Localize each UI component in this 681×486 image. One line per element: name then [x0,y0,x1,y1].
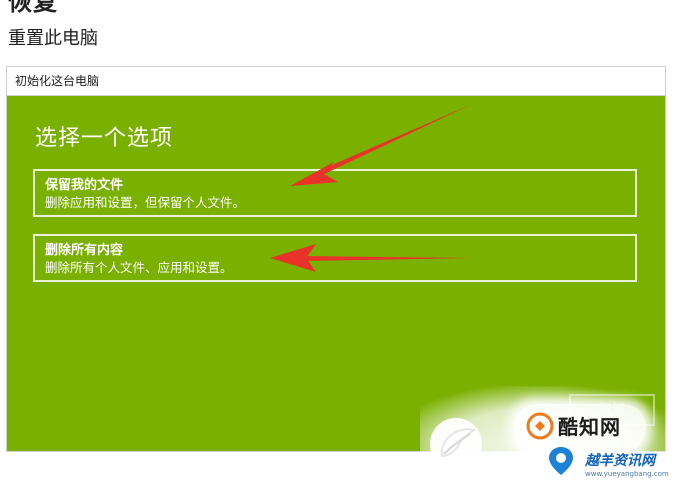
dialog-body: 选择一个选项 保留我的文件 删除应用和设置，但保留个人文件。 删除所有内容 删除… [7,96,665,451]
kuzhi-watermark-text: 酷知网 [558,415,621,439]
kuzhi-logo-icon [526,412,554,440]
reset-pc-dialog: 初始化这台电脑 选择一个选项 保留我的文件 删除应用和设置，但保留个人文件。 删… [6,66,666,452]
option-title: 删除所有内容 [45,243,124,258]
dialog-heading: 选择一个选项 [35,126,174,151]
page-subtitle: 重置此电脑 [8,28,98,49]
option-title: 保留我的文件 [45,178,124,193]
option-description: 删除应用和设置，但保留个人文件。 [45,195,246,210]
option-description: 删除所有个人文件、应用和设置。 [45,260,233,275]
yueyang-watermark-url: www.yueyangbang.com [585,470,669,478]
dialog-title: 初始化这台电脑 [15,74,100,88]
leaf-logo-icon [430,418,482,470]
location-pin-icon [549,447,573,475]
keep-my-files-option[interactable]: 保留我的文件 删除应用和设置，但保留个人文件。 [33,169,637,217]
remove-everything-option[interactable]: 删除所有内容 删除所有个人文件、应用和设置。 [33,234,637,282]
page-heading-cut: 恢复 [8,0,58,16]
dialog-title-bar: 初始化这台电脑 [7,67,665,96]
yueyang-watermark-text: 越羊资讯网 [585,453,655,469]
